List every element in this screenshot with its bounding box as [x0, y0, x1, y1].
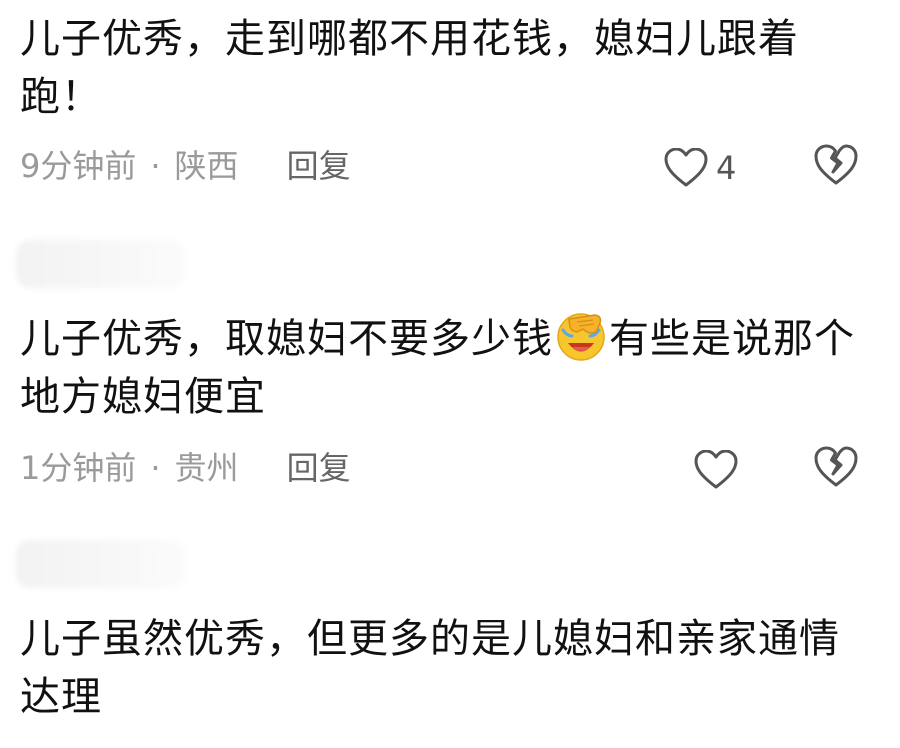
- dislike-button[interactable]: [813, 446, 859, 490]
- comment-text: 儿子虽然优秀，但更多的是儿媳妇和亲家通情达理: [20, 616, 840, 720]
- heart-outline-icon: [694, 449, 738, 489]
- reply-button[interactable]: 回复: [287, 147, 351, 185]
- comment-text-part: 儿子优秀，取媳妇不要多少钱: [20, 316, 553, 362]
- meta-separator: ·: [150, 449, 161, 487]
- face-palm-laughing-emoji: [555, 310, 607, 362]
- dislike-button[interactable]: [813, 144, 859, 188]
- like-count: 4: [716, 149, 737, 187]
- comment-meta: 1分钟前 · 贵州 回复: [20, 446, 351, 490]
- broken-heart-icon: [814, 144, 858, 185]
- blurred-username: [16, 540, 186, 588]
- comment-meta: 9分钟前 · 陕西 回复: [20, 144, 351, 188]
- comment-location: 贵州: [174, 449, 239, 487]
- comment-item: 儿子虽然优秀，但更多的是儿媳妇和亲家通情达理: [0, 530, 900, 748]
- comment-time: 9分钟前: [20, 147, 137, 185]
- comment-text: 儿子优秀，取媳妇不要多少钱 有些是说那个地方媳妇便宜: [20, 310, 880, 426]
- comment-item: 儿子优秀，取媳妇不要多少钱 有些是说那个地方媳妇便宜 1分钟前 · 贵州 回复: [0, 228, 900, 518]
- blurred-username: [16, 240, 186, 288]
- comment-time: 1分钟前: [20, 449, 137, 487]
- heart-outline-icon: [664, 147, 708, 187]
- comment-text: 儿子优秀，走到哪都不用花钱，媳妇儿跟着跑！: [20, 16, 799, 120]
- reply-button[interactable]: 回复: [287, 449, 351, 487]
- like-button[interactable]: 4: [664, 144, 736, 188]
- comment-item: 儿子优秀，走到哪都不用花钱，媳妇儿跟着跑！ 9分钟前 · 陕西 回复 4: [0, 0, 900, 200]
- like-button[interactable]: [694, 446, 746, 490]
- comment-location: 陕西: [174, 147, 239, 185]
- broken-heart-icon: [814, 446, 858, 487]
- meta-separator: ·: [150, 147, 161, 185]
